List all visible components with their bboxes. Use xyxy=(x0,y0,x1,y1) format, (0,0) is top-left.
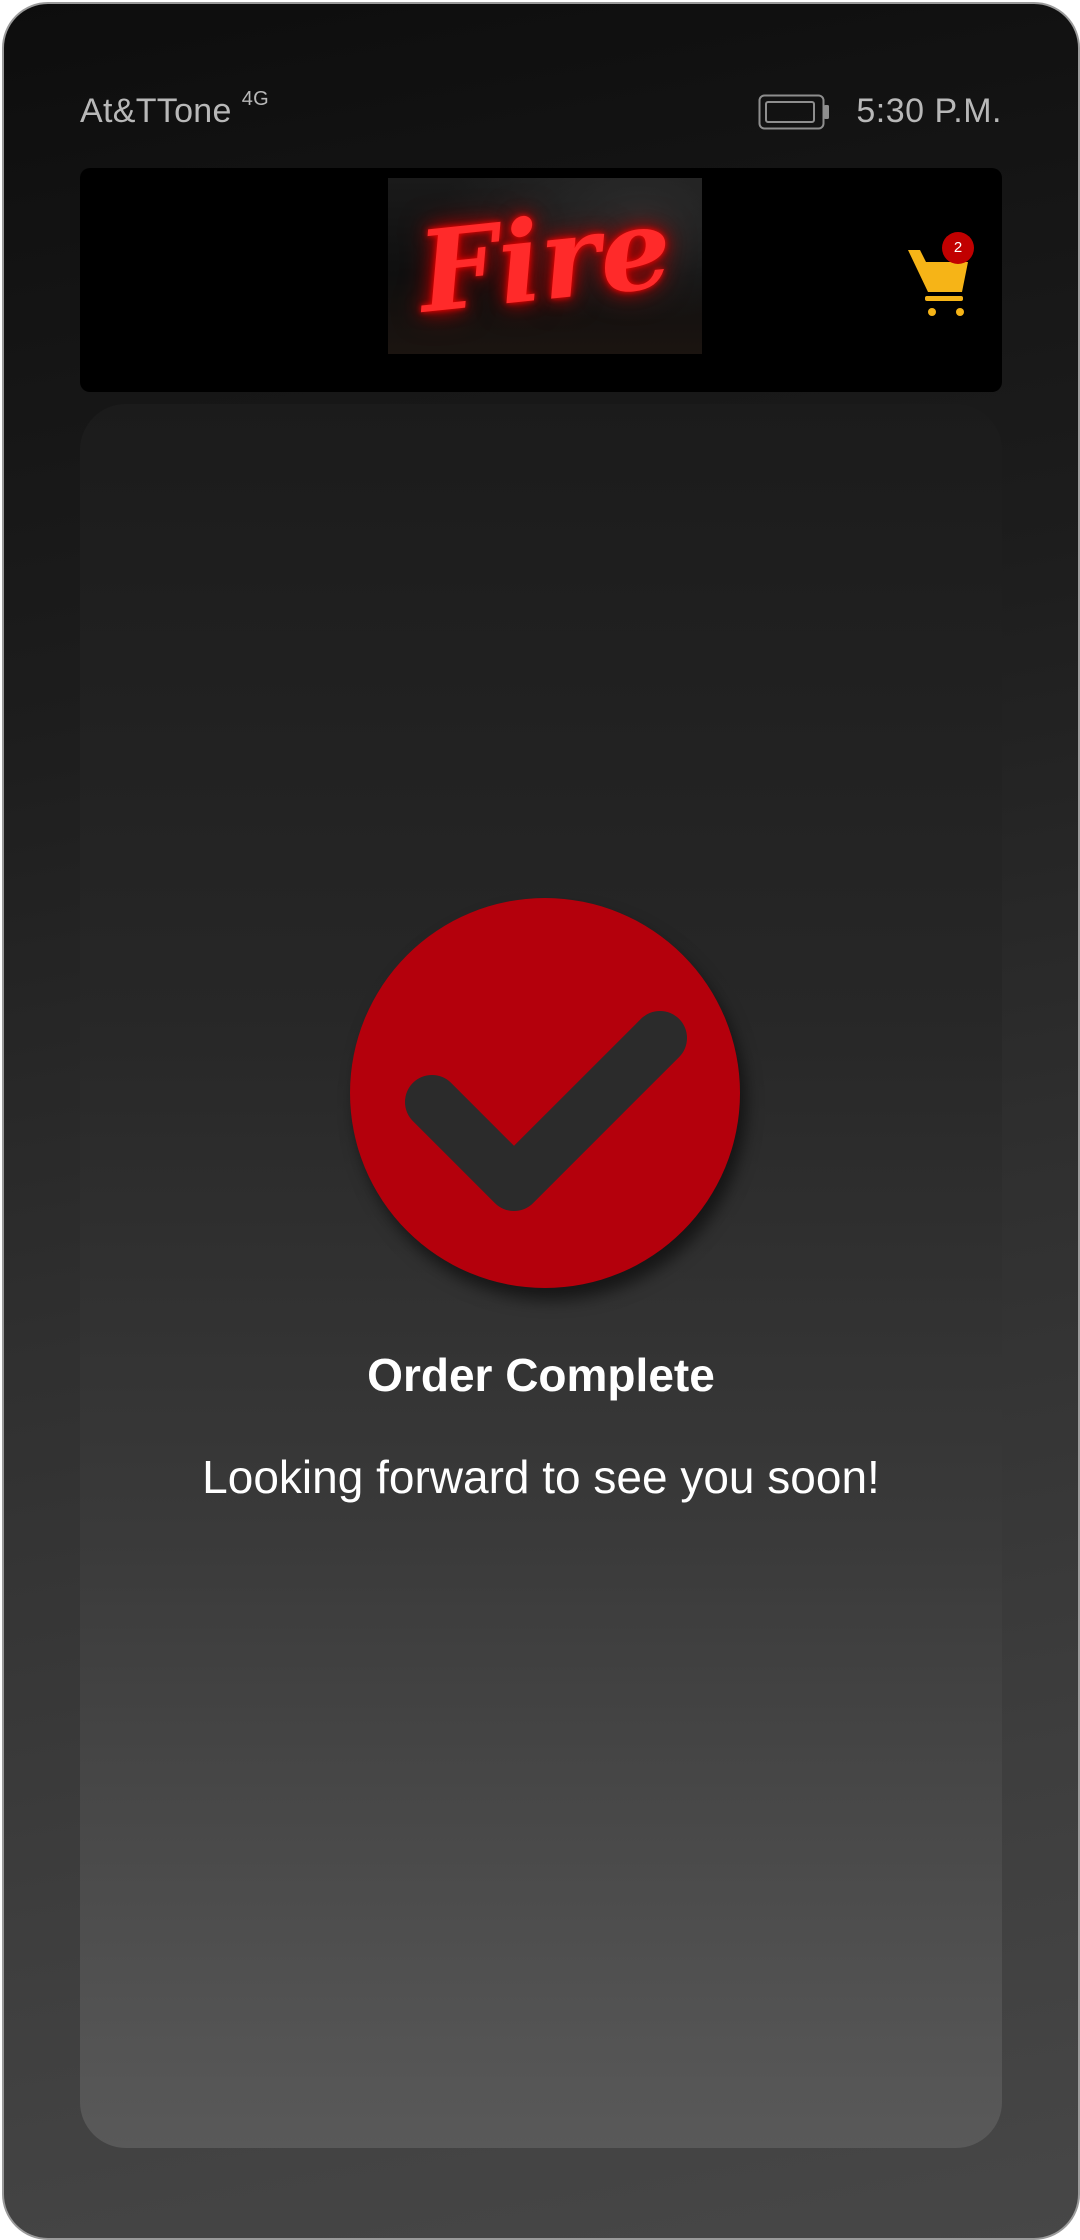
order-complete-title: Order Complete xyxy=(367,1349,715,1401)
clock-time: 5:30 P.M. xyxy=(856,92,1002,130)
cart-button[interactable]: 2 xyxy=(906,232,976,324)
status-bar: At&TTone 4G 5:30 P.M. xyxy=(80,88,1002,144)
carrier-label: At&TTone xyxy=(80,92,232,130)
checkmark-icon xyxy=(405,1011,687,1211)
phone-frame: At&TTone 4G 5:30 P.M. Fire 2 Order Compl… xyxy=(2,2,1080,2240)
order-complete-message: Looking forward to see you soon! xyxy=(202,1451,880,1503)
network-type: 4G xyxy=(241,88,269,110)
success-badge xyxy=(350,898,740,1288)
battery-icon xyxy=(758,94,829,130)
brand-logo: Fire xyxy=(388,178,702,354)
confirmation-card: Order Complete Looking forward to see yo… xyxy=(80,404,1002,2148)
cart-count-badge: 2 xyxy=(942,232,974,264)
brand-logo-text: Fire xyxy=(412,182,678,339)
carrier-name: At&TTone 4G xyxy=(80,88,269,131)
app-header: Fire 2 xyxy=(80,168,1002,392)
